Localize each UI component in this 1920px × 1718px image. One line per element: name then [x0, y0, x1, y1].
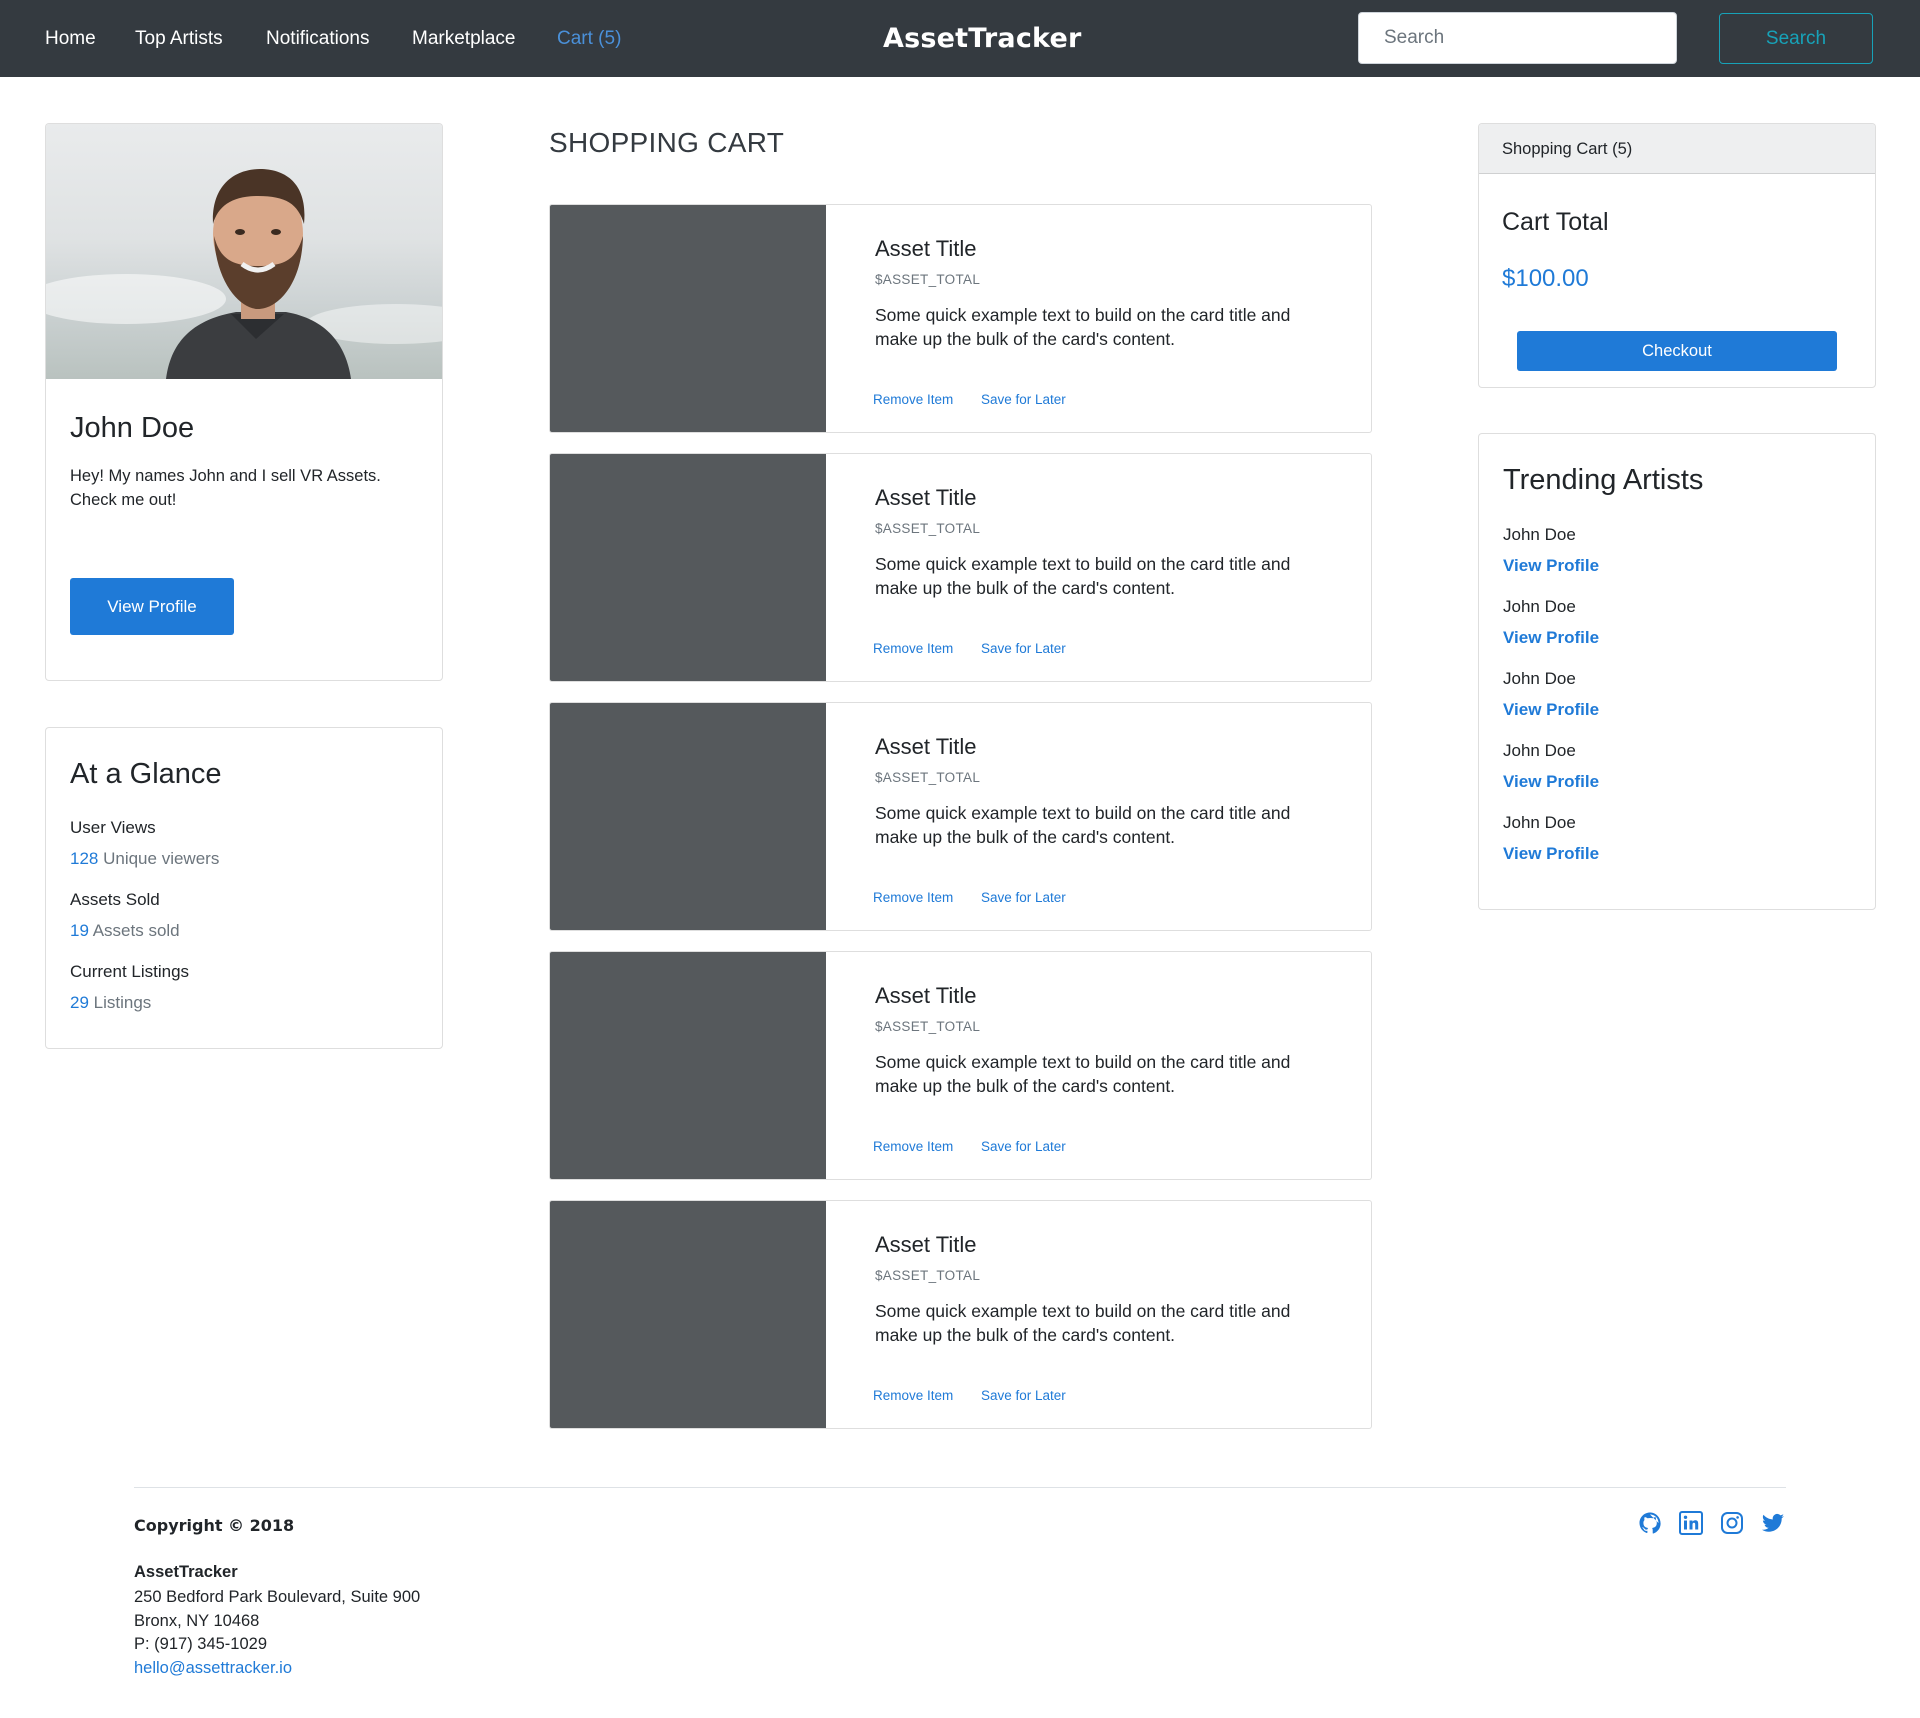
search-input[interactable] — [1358, 12, 1677, 64]
stat-label-user-views: User Views — [70, 818, 156, 837]
twitter-icon[interactable] — [1761, 1511, 1785, 1535]
asset-thumbnail[interactable] — [550, 703, 826, 930]
cart-summary-header-label: Shopping Cart (5) — [1502, 140, 1633, 158]
github-icon[interactable] — [1638, 1511, 1662, 1535]
trending-artists-card: Trending Artists John Doe View Profile J… — [1478, 433, 1876, 910]
at-a-glance-card: At a Glance User Views 128 Unique viewer… — [45, 727, 443, 1049]
asset-thumbnail[interactable] — [550, 952, 826, 1179]
asset-title: Asset Title — [875, 485, 977, 510]
asset-description: Some quick example text to build on the … — [875, 1052, 1291, 1096]
footer-address-line1: 250 Bedford Park Boulevard, Suite 900 — [134, 1588, 421, 1606]
cart-item: Asset Title $ASSET_TOTAL Some quick exam… — [549, 702, 1372, 931]
asset-title: Asset Title — [875, 983, 977, 1008]
trending-artists-title: Trending Artists — [1503, 464, 1704, 496]
asset-price: $ASSET_TOTAL — [875, 770, 981, 785]
checkout-button[interactable]: Checkout — [1517, 331, 1837, 371]
stat-value-user-views: 128 Unique viewers — [70, 849, 220, 868]
footer-divider — [134, 1487, 1786, 1488]
cart-item: Asset Title $ASSET_TOTAL Some quick exam… — [549, 1200, 1372, 1429]
brand-logo[interactable]: AssetTracker — [883, 23, 1082, 54]
asset-description: Some quick example text to build on the … — [875, 554, 1291, 598]
asset-description: Some quick example text to build on the … — [875, 1301, 1291, 1345]
shopping-cart-heading: SHOPPING CART — [549, 127, 785, 158]
footer-email-link[interactable]: hello@assettracker.io — [134, 1659, 292, 1678]
asset-description: Some quick example text to build on the … — [875, 305, 1291, 349]
cart-total-label: Cart Total — [1502, 208, 1609, 236]
save-for-later-link[interactable]: Save for Later — [981, 641, 1066, 656]
asset-thumbnail[interactable] — [550, 1201, 826, 1428]
stat-label-assets-sold: Assets Sold — [70, 890, 160, 909]
asset-thumbnail[interactable] — [550, 454, 826, 681]
top-navbar: Home Top Artists Notifications Marketpla… — [0, 0, 1920, 77]
cart-item: Asset Title $ASSET_TOTAL Some quick exam… — [549, 204, 1372, 433]
remove-item-link[interactable]: Remove Item — [873, 890, 953, 905]
nav-marketplace-link[interactable]: Marketplace — [412, 27, 516, 51]
artist-name: John Doe — [1503, 813, 1576, 832]
asset-price: $ASSET_TOTAL — [875, 272, 981, 287]
stat-value-current-listings: 29 Listings — [70, 993, 152, 1012]
save-for-later-link[interactable]: Save for Later — [981, 1139, 1066, 1154]
profile-bio: Hey! My names John and I sell VR Assets.… — [70, 467, 381, 509]
cart-summary-card: Shopping Cart (5) Cart Total $100.00 Che… — [1478, 123, 1876, 388]
artist-name: John Doe — [1503, 525, 1576, 544]
linkedin-icon[interactable] — [1679, 1511, 1703, 1535]
remove-item-link[interactable]: Remove Item — [873, 641, 953, 656]
artist-view-profile-link[interactable]: View Profile — [1503, 700, 1599, 720]
artist-name: John Doe — [1503, 597, 1576, 616]
cart-item: Asset Title $ASSET_TOTAL Some quick exam… — [549, 453, 1372, 682]
asset-price: $ASSET_TOTAL — [875, 521, 981, 536]
nav-notifications-link[interactable]: Notifications — [266, 27, 370, 51]
artist-view-profile-link[interactable]: View Profile — [1503, 772, 1599, 792]
profile-card: John Doe Hey! My names John and I sell V… — [45, 123, 443, 681]
avatar — [166, 169, 351, 379]
cart-total-value: $100.00 — [1502, 265, 1589, 292]
stat-label-current-listings: Current Listings — [70, 962, 190, 981]
asset-title: Asset Title — [875, 1232, 977, 1257]
save-for-later-link[interactable]: Save for Later — [981, 890, 1066, 905]
asset-thumbnail[interactable] — [550, 205, 826, 432]
artist-view-profile-link[interactable]: View Profile — [1503, 844, 1599, 864]
instagram-icon[interactable] — [1720, 1511, 1744, 1535]
nav-cart-link[interactable]: Cart (5) — [557, 27, 621, 51]
remove-item-link[interactable]: Remove Item — [873, 392, 953, 407]
artist-view-profile-link[interactable]: View Profile — [1503, 556, 1599, 576]
view-profile-button[interactable]: View Profile — [70, 578, 234, 635]
footer-address-line2: Bronx, NY 10468 — [134, 1612, 260, 1630]
cart-summary-header: Shopping Cart (5) — [1479, 124, 1875, 174]
nav-top-artists-link[interactable]: Top Artists — [135, 27, 223, 51]
footer-copyright: Copyright © 2018 — [134, 1516, 295, 1535]
asset-title: Asset Title — [875, 236, 977, 261]
asset-price: $ASSET_TOTAL — [875, 1268, 981, 1283]
footer-phone: P: (917) 345-1029 — [134, 1635, 268, 1653]
save-for-later-link[interactable]: Save for Later — [981, 1388, 1066, 1403]
search-button[interactable]: Search — [1719, 13, 1873, 64]
profile-name: John Doe — [70, 412, 195, 444]
nav-home-link[interactable]: Home — [45, 27, 96, 51]
asset-price: $ASSET_TOTAL — [875, 1019, 981, 1034]
remove-item-link[interactable]: Remove Item — [873, 1388, 953, 1403]
artist-name: John Doe — [1503, 669, 1576, 688]
glance-title: At a Glance — [70, 758, 222, 790]
profile-photo — [46, 124, 442, 379]
save-for-later-link[interactable]: Save for Later — [981, 392, 1066, 407]
footer-company-name: AssetTracker — [134, 1563, 238, 1581]
artist-name: John Doe — [1503, 741, 1576, 760]
cart-item: Asset Title $ASSET_TOTAL Some quick exam… — [549, 951, 1372, 1180]
asset-title: Asset Title — [875, 734, 977, 759]
artist-view-profile-link[interactable]: View Profile — [1503, 628, 1599, 648]
remove-item-link[interactable]: Remove Item — [873, 1139, 953, 1154]
asset-description: Some quick example text to build on the … — [875, 803, 1291, 847]
stat-value-assets-sold: 19 Assets sold — [70, 921, 180, 940]
